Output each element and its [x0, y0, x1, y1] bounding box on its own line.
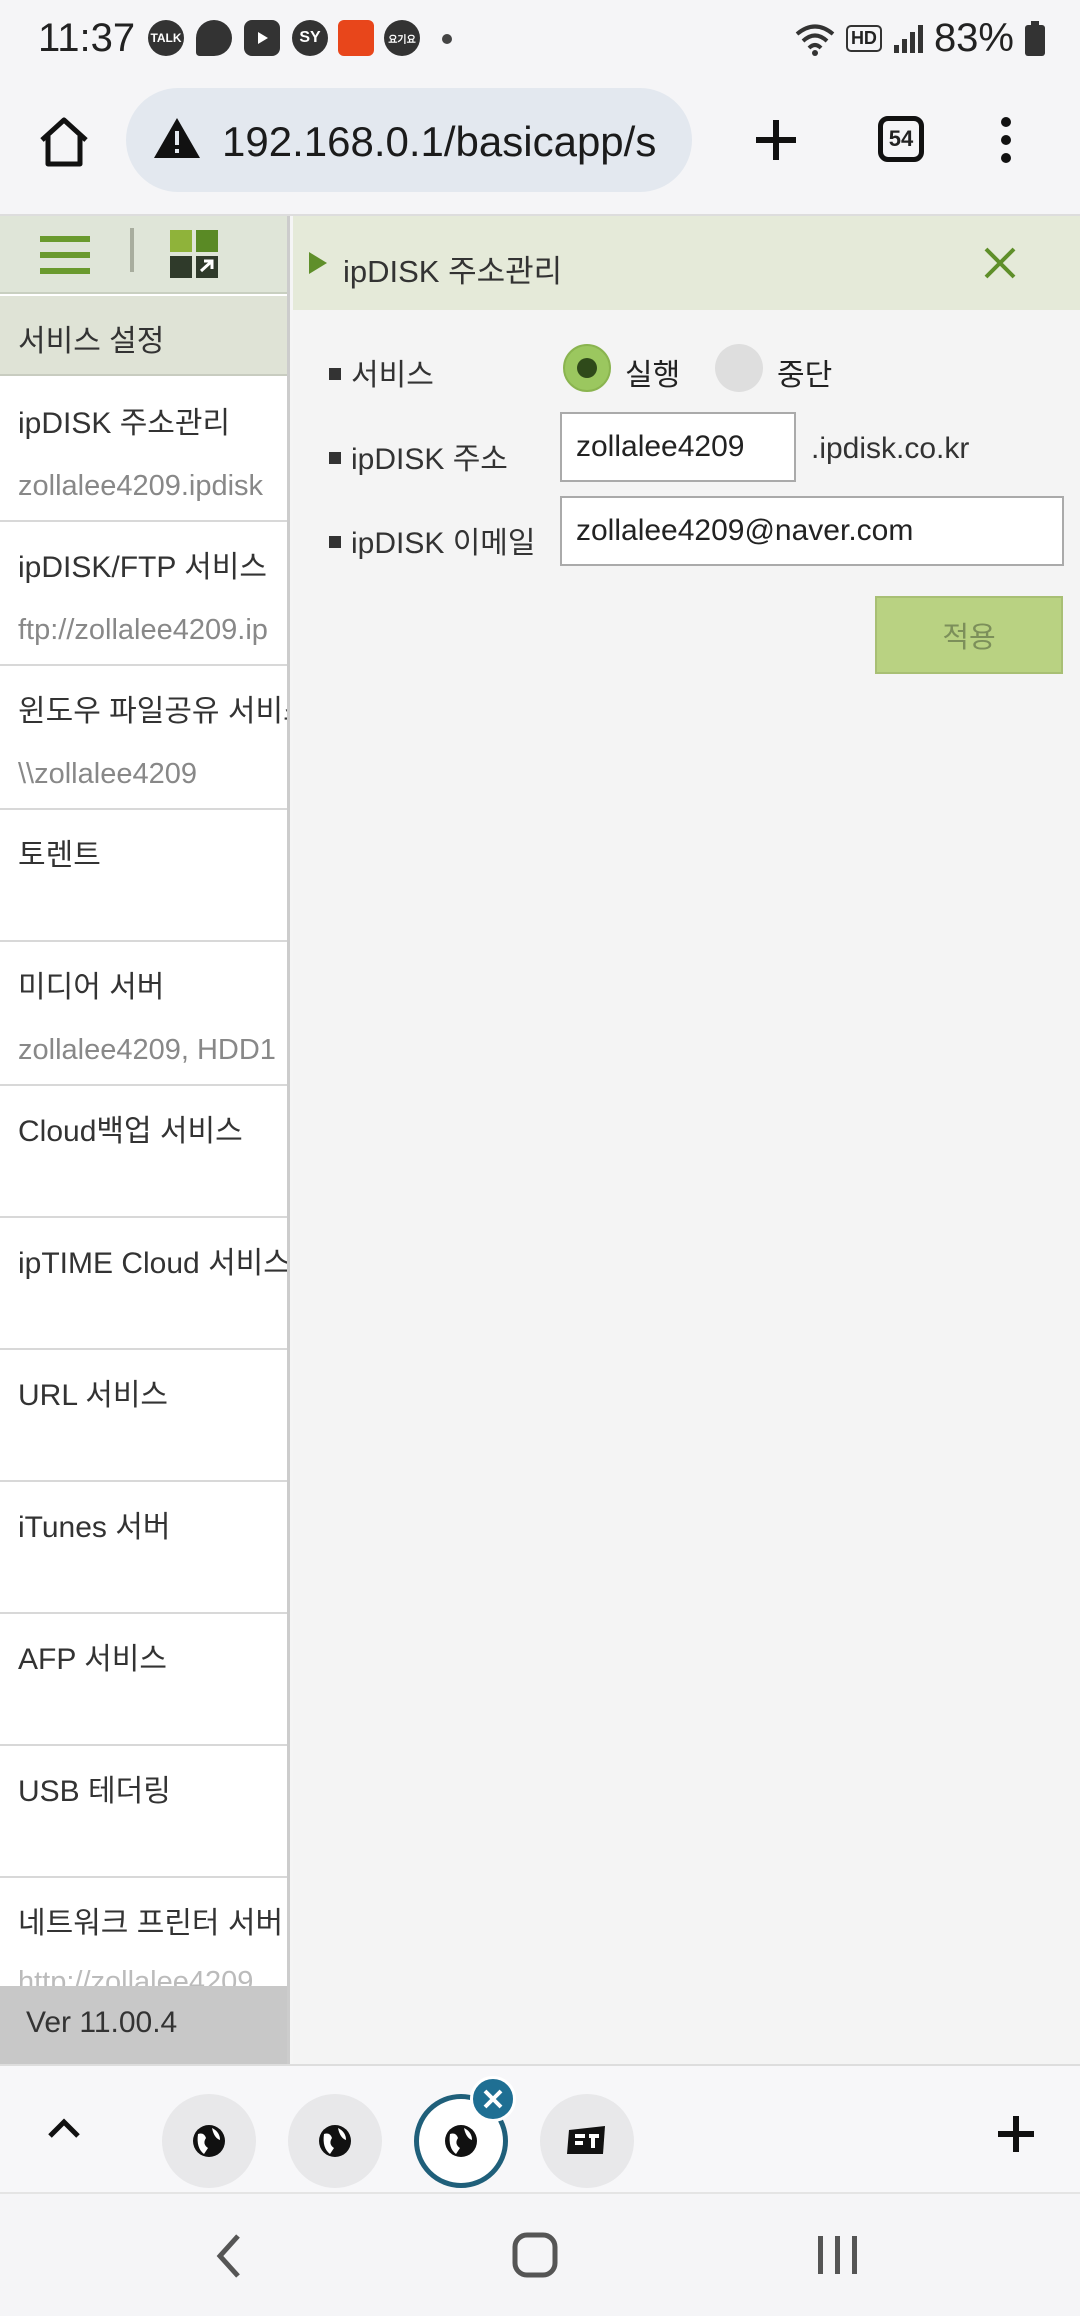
- status-time: 11:37: [38, 16, 136, 60]
- home-icon[interactable]: [36, 114, 92, 170]
- sidebar: 서비스 설정 ipDISK 주소관리 zollalee4209.ipdisk i…: [0, 216, 290, 2064]
- version-footer: Ver 11.00.4: [0, 1986, 287, 2064]
- bullet-icon: [329, 368, 341, 381]
- globe-icon: [319, 2125, 351, 2157]
- warning-icon[interactable]: [152, 116, 202, 160]
- address-bar[interactable]: 192.168.0.1/basicapp/s: [126, 88, 692, 192]
- tab-item-4[interactable]: [540, 2094, 634, 2188]
- radio-stop[interactable]: [715, 344, 763, 392]
- chevron-up-icon[interactable]: [46, 2114, 82, 2142]
- status-bar: 11:37 TALK SY 요기요 HD 83%: [0, 0, 1080, 80]
- yogiyo-icon: 요기요: [384, 20, 420, 56]
- home-nav-icon[interactable]: [512, 2232, 558, 2278]
- status-right: HD 83%: [794, 16, 1046, 61]
- bullet-icon: [329, 536, 341, 549]
- aliexpress-icon: [338, 20, 374, 56]
- youtube-icon: [244, 20, 280, 56]
- sidebar-item-url-service[interactable]: URL 서비스: [0, 1350, 287, 1482]
- add-tab-icon[interactable]: [996, 2114, 1036, 2154]
- sidebar-section-service-settings[interactable]: 서비스 설정: [0, 296, 287, 376]
- sidebar-item-usb-tethering[interactable]: USB 테더링: [0, 1746, 287, 1878]
- more-menu-icon[interactable]: [994, 114, 1018, 166]
- app-tab-icon: [567, 2126, 605, 2154]
- dashboard-grid-icon[interactable]: [170, 230, 220, 280]
- sy-app-icon: SY: [292, 20, 328, 56]
- sidebar-header: [0, 216, 287, 294]
- sidebar-item-ipdisk-address[interactable]: ipDISK 주소관리 zollalee4209.ipdisk: [0, 378, 287, 522]
- hd-badge: HD: [845, 25, 882, 52]
- main-panel: ipDISK 주소관리 서비스 실행 중단 ipDISK 주소 zollalee…: [293, 216, 1080, 2064]
- sidebar-item-windows-share[interactable]: 윈도우 파일공유 서비스 \\zollalee4209: [0, 666, 287, 810]
- email-label: ipDISK 이메일: [329, 518, 536, 562]
- radio-stop-label: 중단: [777, 359, 833, 392]
- apply-button[interactable]: 적용: [875, 596, 1063, 674]
- globe-icon: [193, 2125, 225, 2157]
- panel-title: ipDISK 주소관리: [343, 254, 563, 289]
- sidebar-item-torrent[interactable]: 토렌트: [0, 810, 287, 942]
- url-text: 192.168.0.1/basicapp/s: [222, 118, 657, 165]
- signal-icon: [893, 24, 923, 53]
- sidebar-item-cloud-backup[interactable]: Cloud백업 서비스: [0, 1086, 287, 1218]
- service-label: 서비스: [329, 350, 434, 394]
- tab-item-2[interactable]: [288, 2094, 382, 2188]
- recent-apps-icon[interactable]: [816, 2234, 860, 2276]
- radio-run-label: 실행: [625, 359, 681, 392]
- tab-item-1[interactable]: [162, 2094, 256, 2188]
- more-notifications-dot: [442, 34, 452, 44]
- radio-run-dot: [577, 358, 597, 378]
- ipdisk-email-input[interactable]: zollalee4209@naver.com: [560, 496, 1064, 566]
- address-suffix: .ipdisk.co.kr: [811, 432, 970, 465]
- sidebar-item-iptime-cloud[interactable]: ipTIME Cloud 서비스: [0, 1218, 287, 1350]
- browser-tab-bar: [0, 2064, 1080, 2192]
- sidebar-item-network-printer[interactable]: 네트워크 프린터 서버 http://zollalee4209: [0, 1878, 287, 1986]
- new-tab-icon[interactable]: [752, 116, 800, 164]
- triangle-right-icon: [309, 252, 327, 274]
- version-label: Ver 11.00.4: [26, 2006, 178, 2039]
- browser-toolbar: 192.168.0.1/basicapp/s 54: [0, 80, 1080, 216]
- close-tab-icon[interactable]: [470, 2076, 516, 2122]
- close-icon[interactable]: [983, 246, 1017, 280]
- tab-switcher-button[interactable]: 54: [878, 116, 924, 162]
- sidebar-item-ipdisk-ftp[interactable]: ipDISK/FTP 서비스 ftp://zollalee4209.ip: [0, 522, 287, 666]
- ipdisk-address-input[interactable]: zollalee4209: [560, 412, 796, 482]
- hamburger-menu-icon[interactable]: [40, 234, 90, 276]
- bullet-icon: [329, 452, 341, 465]
- sidebar-item-afp-service[interactable]: AFP 서비스: [0, 1614, 287, 1746]
- battery-percent: 83%: [933, 16, 1014, 60]
- address-label: ipDISK 주소: [329, 434, 508, 478]
- globe-icon: [445, 2125, 477, 2157]
- battery-icon: [1025, 20, 1045, 56]
- header-divider: [130, 228, 134, 272]
- kakaotalk-icon: TALK: [148, 20, 184, 56]
- chat-bubble-icon: [196, 20, 232, 56]
- sidebar-item-media-server[interactable]: 미디어 서버 zollalee4209, HDD1: [0, 942, 287, 1086]
- panel-header: ipDISK 주소관리: [293, 216, 1080, 310]
- back-icon[interactable]: [214, 2232, 244, 2280]
- sidebar-item-itunes-server[interactable]: iTunes 서버: [0, 1482, 287, 1614]
- system-navigation-bar: [0, 2192, 1080, 2316]
- wifi-icon: [795, 24, 835, 56]
- radio-run[interactable]: [563, 344, 611, 392]
